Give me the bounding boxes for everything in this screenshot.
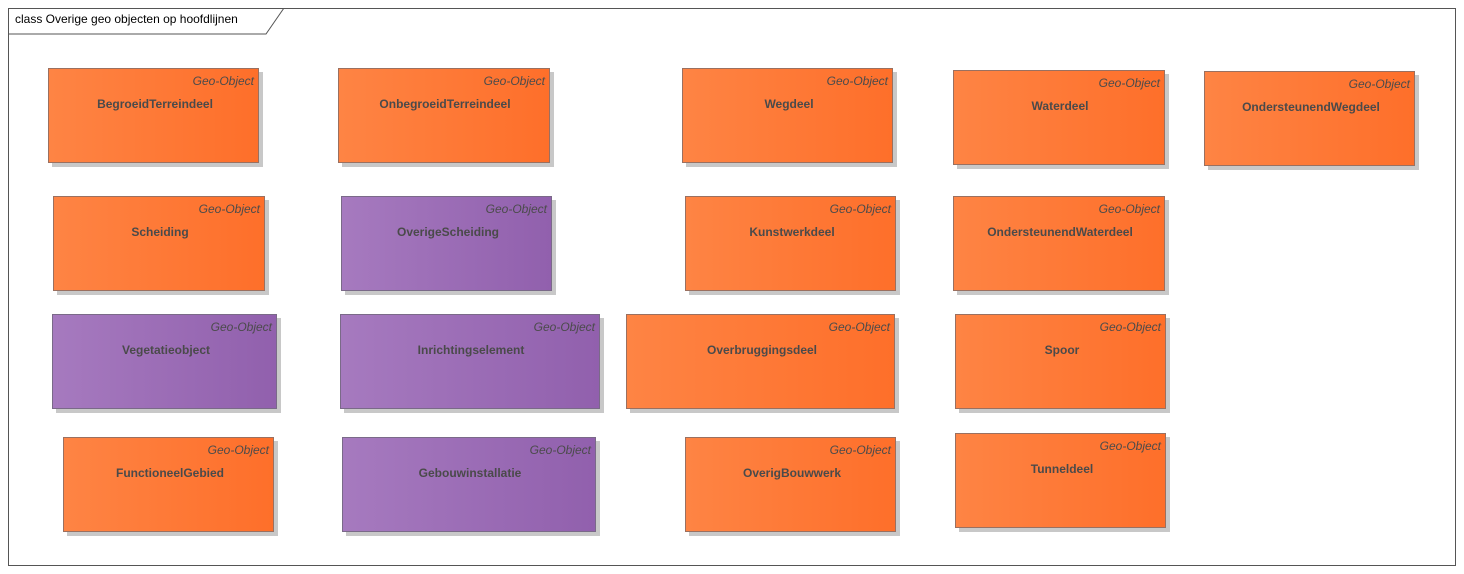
class-box[interactable]: Geo-Object OverigBouwwerk xyxy=(685,437,896,532)
class-name: Wegdeel xyxy=(764,97,814,111)
class-name: Scheiding xyxy=(131,225,189,239)
class-name: Spoor xyxy=(1044,343,1080,357)
class-stereotype: Geo-Object xyxy=(533,320,595,334)
class-box[interactable]: Geo-Object Inrichtingselement xyxy=(340,314,600,409)
class-stereotype: Geo-Object xyxy=(483,74,545,88)
class-name: BegroeidTerreindeel xyxy=(97,97,213,111)
class-name: OnbegroeidTerreindeel xyxy=(379,97,511,111)
class-box[interactable]: Geo-Object BegroeidTerreindeel xyxy=(48,68,259,163)
class-stereotype: Geo-Object xyxy=(210,320,272,334)
class-stereotype: Geo-Object xyxy=(207,443,269,457)
class-box[interactable]: Geo-Object Wegdeel xyxy=(682,68,893,163)
class-stereotype: Geo-Object xyxy=(826,74,888,88)
class-name: Waterdeel xyxy=(1031,99,1089,113)
class-name: Gebouwinstallatie xyxy=(418,466,522,480)
class-stereotype: Geo-Object xyxy=(1098,202,1160,216)
class-stereotype: Geo-Object xyxy=(529,443,591,457)
class-name: Inrichtingselement xyxy=(417,343,525,357)
class-name: Vegetatieobject xyxy=(121,343,211,357)
class-box[interactable]: Geo-Object OndersteunendWegdeel xyxy=(1204,71,1415,166)
class-stereotype: Geo-Object xyxy=(1348,77,1410,91)
class-box[interactable]: Geo-Object Vegetatieobject xyxy=(52,314,277,409)
class-stereotype: Geo-Object xyxy=(198,202,260,216)
class-stereotype: Geo-Object xyxy=(1099,439,1161,453)
class-box[interactable]: Geo-Object Waterdeel xyxy=(953,70,1165,165)
class-stereotype: Geo-Object xyxy=(192,74,254,88)
class-name: OverigBouwwerk xyxy=(742,466,842,480)
class-stereotype: Geo-Object xyxy=(485,202,547,216)
class-box[interactable]: Geo-Object FunctioneelGebied xyxy=(63,437,274,532)
class-box[interactable]: Geo-Object Overbruggingsdeel xyxy=(626,314,895,409)
class-name: OverigeScheiding xyxy=(396,225,500,239)
class-stereotype: Geo-Object xyxy=(829,202,891,216)
class-name: OndersteunendWegdeel xyxy=(1242,100,1380,114)
diagram-title: class Overige geo objecten op hoofdlijne… xyxy=(15,12,238,26)
class-name: Tunneldeel xyxy=(1030,462,1094,476)
class-box[interactable]: Geo-Object Kunstwerkdeel xyxy=(685,196,896,291)
class-box[interactable]: Geo-Object OnbegroeidTerreindeel xyxy=(338,68,550,163)
class-name: FunctioneelGebied xyxy=(115,466,225,480)
class-name: Kunstwerkdeel xyxy=(749,225,835,239)
class-box[interactable]: Geo-Object OndersteunendWaterdeel xyxy=(953,196,1165,291)
class-name: OndersteunendWaterdeel xyxy=(987,225,1133,239)
class-stereotype: Geo-Object xyxy=(1099,320,1161,334)
class-stereotype: Geo-Object xyxy=(829,443,891,457)
class-box[interactable]: Geo-Object OverigeScheiding xyxy=(341,196,552,291)
class-stereotype: Geo-Object xyxy=(1098,76,1160,90)
class-box[interactable]: Geo-Object Tunneldeel xyxy=(955,433,1166,528)
class-box[interactable]: Geo-Object Spoor xyxy=(955,314,1166,409)
class-box[interactable]: Geo-Object Gebouwinstallatie xyxy=(342,437,596,532)
class-box[interactable]: Geo-Object Scheiding xyxy=(53,196,265,291)
class-name: Overbruggingsdeel xyxy=(706,343,818,357)
class-stereotype: Geo-Object xyxy=(828,320,890,334)
